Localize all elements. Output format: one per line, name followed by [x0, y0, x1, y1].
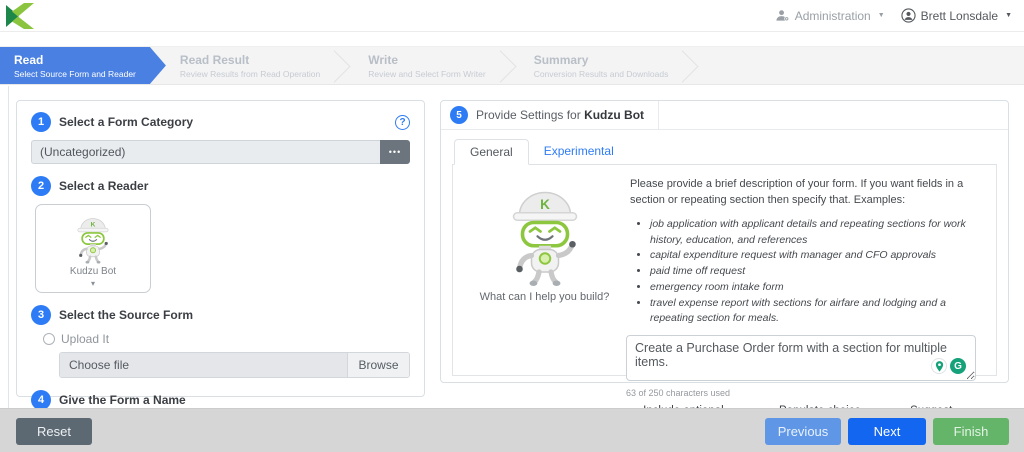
chevron-down-icon: ▼ — [877, 12, 885, 19]
step-title: Summary — [533, 52, 589, 67]
upload-it-label: Upload It — [61, 332, 110, 346]
browse-button[interactable]: Browse — [347, 353, 409, 377]
example-item: travel expense report with sections for … — [650, 296, 980, 328]
upload-it-radio[interactable] — [43, 333, 55, 345]
step-title: Write — [368, 52, 399, 67]
step3-number-badge: 3 — [31, 305, 51, 325]
character-counter: 63 of 250 characters used — [626, 388, 731, 399]
kudzu-bot-robot-icon — [499, 179, 591, 287]
form-category-select[interactable]: (Uncategorized) — [31, 140, 380, 164]
step-separator-chevron — [500, 47, 520, 84]
settings-panel: 5 Provide Settings for Kudzu Bot General… — [440, 100, 1009, 429]
step2-number-badge: 2 — [31, 176, 51, 196]
footer-nav-buttons: Previous Next Finish — [765, 418, 1009, 445]
file-upload-group: Choose file Browse — [59, 352, 410, 378]
form-description-textarea[interactable]: Create a Purchase Order form with a sect… — [626, 335, 976, 382]
tab-nav: General Experimental — [452, 139, 997, 165]
brand-logo-icon — [6, 2, 34, 29]
step1-header: 1 Select a Form Category ? — [31, 112, 410, 132]
chevron-down-icon[interactable]: ▾ — [40, 279, 146, 288]
app-window: Administration ▼ Brett Lonsdale ▼ Read S… — [0, 0, 1024, 452]
form-category-group: (Uncategorized) ••• — [31, 140, 410, 164]
wizard-step-read[interactable]: Read Select Source Form and Reader — [0, 47, 166, 84]
step-separator-chevron — [682, 47, 702, 84]
step3-header: 3 Select the Source Form — [31, 305, 410, 325]
administration-menu[interactable]: Administration ▼ — [775, 8, 885, 23]
step5-title: Provide Settings for Kudzu Bot — [476, 108, 644, 122]
step-subtitle: Review and Select Form Writer — [368, 68, 486, 79]
step2-header: 2 Select a Reader — [31, 176, 410, 196]
step5-header-tab: 5 Provide Settings for Kudzu Bot — [441, 101, 660, 129]
tab-general[interactable]: General — [454, 139, 529, 165]
admin-person-gear-icon — [776, 10, 789, 22]
help-icon[interactable]: ? — [395, 114, 410, 130]
description-column: Please provide a brief description of yo… — [626, 175, 986, 327]
category-more-button[interactable]: ••• — [380, 140, 410, 164]
content-columns: What can I help you build? Please provid… — [463, 175, 986, 327]
step4-number-badge: 4 — [31, 390, 51, 410]
step1-title: Select a Form Category — [59, 115, 194, 129]
reset-button[interactable]: Reset — [16, 418, 92, 445]
general-tab-content: What can I help you build? Please provid… — [452, 165, 997, 429]
tab-experimental[interactable]: Experimental — [529, 139, 629, 164]
chevron-down-icon: ▼ — [1005, 12, 1012, 19]
step-subtitle: Review Results from Read Operation — [179, 68, 321, 79]
user-name-label: Brett Lonsdale — [920, 8, 999, 23]
example-item: emergency room intake form — [650, 280, 980, 296]
example-item: paid time off request — [650, 264, 980, 280]
previous-button[interactable]: Previous — [765, 418, 841, 445]
example-item: capital expenditure request with manager… — [650, 248, 980, 264]
upload-it-option[interactable]: Upload It — [43, 332, 410, 346]
grammarly-icons: G — [931, 358, 966, 375]
assistant-caption: What can I help you build? — [479, 291, 610, 303]
choose-file-input[interactable]: Choose file — [60, 353, 347, 377]
step5-number-badge: 5 — [450, 106, 468, 124]
grammarly-pin-icon[interactable] — [931, 358, 947, 375]
content-left-divider — [8, 86, 9, 408]
step-title: Read — [14, 52, 44, 67]
administration-label: Administration — [794, 8, 871, 23]
wizard-step-write[interactable]: Write Review and Select Form Writer — [354, 47, 499, 84]
examples-list: job application with applicant details a… — [650, 217, 980, 327]
step-subtitle: Conversion Results and Downloads — [533, 68, 669, 79]
step1-number-badge: 1 — [31, 112, 51, 132]
top-bar-menus: Administration ▼ Brett Lonsdale ▼ — [775, 8, 1012, 23]
step5-title-prefix: Provide Settings for — [476, 108, 581, 122]
grammarly-g-icon[interactable]: G — [950, 358, 966, 375]
next-button[interactable]: Next — [848, 418, 926, 445]
step4-title: Give the Form a Name — [59, 393, 186, 407]
step3-title: Select the Source Form — [59, 308, 194, 322]
description-text: Please provide a brief description of yo… — [630, 178, 964, 206]
source-form-panel: 1 Select a Form Category ? (Uncategorize… — [16, 100, 425, 452]
kudzu-bot-robot-icon — [76, 217, 110, 264]
user-circle-icon — [901, 8, 916, 23]
step-separator-chevron — [334, 47, 354, 84]
footer-bar: Reset Previous Next Finish — [0, 408, 1024, 452]
step-subtitle: Select Source Form and Reader — [14, 68, 136, 79]
user-menu[interactable]: Brett Lonsdale ▼ — [901, 8, 1012, 23]
example-item: job application with applicant details a… — [650, 217, 980, 249]
finish-button[interactable]: Finish — [933, 418, 1009, 445]
wizard-steps-bar: Read Select Source Form and Reader Read … — [0, 46, 1024, 85]
prompt-area: Create a Purchase Order form with a sect… — [626, 335, 976, 386]
assistant-column: What can I help you build? — [463, 175, 626, 327]
step2-title: Select a Reader — [59, 179, 149, 193]
step4-header: 4 Give the Form a Name — [31, 390, 410, 410]
reader-card-kudzu-bot[interactable]: Kudzu Bot ▾ — [35, 204, 151, 293]
wizard-step-summary[interactable]: Summary Conversion Results and Downloads — [520, 47, 683, 84]
step5-bot-name: Kudzu Bot — [584, 108, 645, 122]
top-bar: Administration ▼ Brett Lonsdale ▼ — [0, 0, 1024, 32]
step5-header: 5 Provide Settings for Kudzu Bot — [441, 101, 1008, 130]
step-title: Read Result — [179, 52, 250, 67]
wizard-step-read-result[interactable]: Read Result Review Results from Read Ope… — [166, 47, 334, 84]
settings-tabs: General Experimental What can I help you… — [452, 139, 997, 429]
reader-name-label: Kudzu Bot — [69, 266, 117, 277]
